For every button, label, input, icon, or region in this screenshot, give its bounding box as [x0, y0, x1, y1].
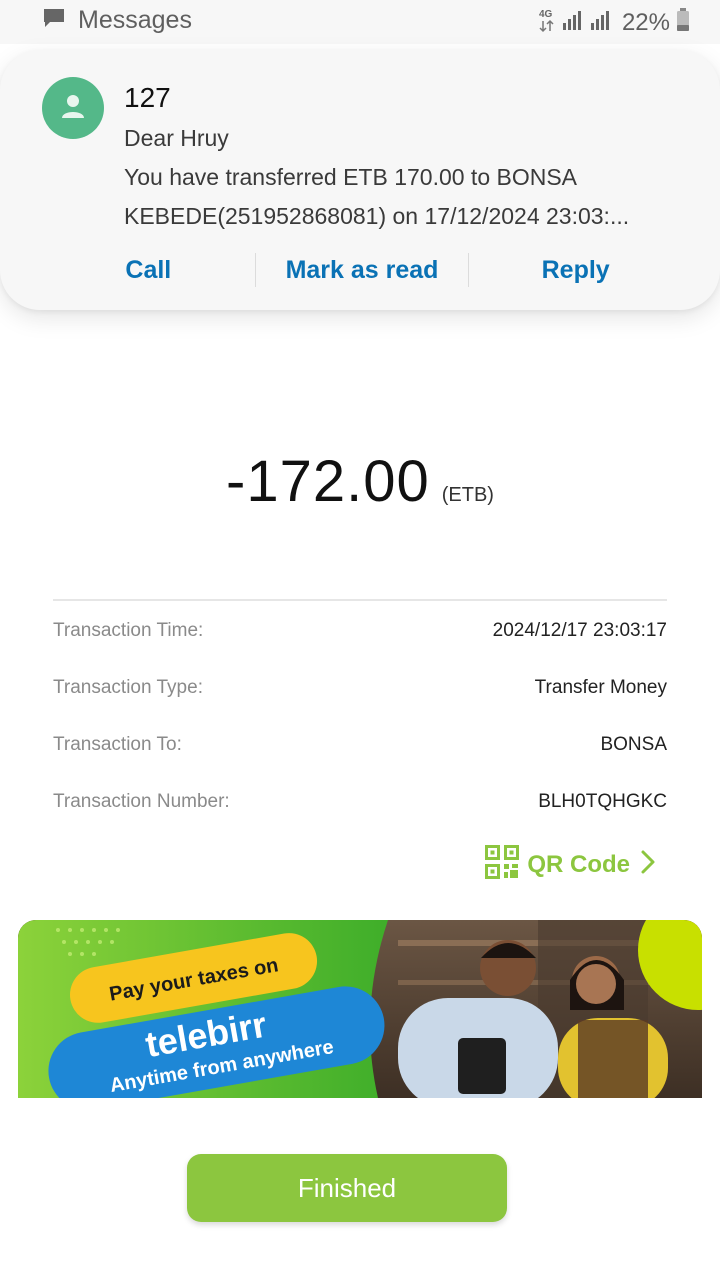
message-line: KEBEDE(251952868081) on 17/12/2024 23:03… [124, 203, 630, 229]
avatar [42, 77, 104, 139]
divider [53, 599, 667, 601]
detail-label: Transaction Time: [53, 620, 204, 641]
sender-name: 127 [124, 82, 171, 113]
transaction-to-row: Transaction To: BONSA [53, 730, 667, 760]
reply-button[interactable]: Reply [469, 256, 682, 285]
qr-code-label: QR Code [527, 850, 630, 878]
battery-level: 22% [621, 8, 670, 36]
detail-label: Transaction Number: [53, 791, 230, 812]
promo-banner-art: Pay your taxes on telebirr Anytime from … [18, 920, 702, 1098]
screen: Messages 4G 22% 127 Dear Hruy You have t… [0, 0, 720, 1280]
qr-code-icon [485, 845, 520, 884]
notification-actions: Call Mark as read Reply [42, 248, 682, 292]
svg-text:4G: 4G [539, 9, 553, 20]
transaction-time-row: Transaction Time: 2024/12/17 23:03:17 [53, 616, 667, 646]
finished-button[interactable]: Finished [187, 1154, 507, 1222]
status-bar: Messages 4G 22% [0, 0, 720, 44]
qr-code-link[interactable]: QR Code [485, 845, 658, 884]
detail-value: 2024/12/17 23:03:17 [492, 620, 667, 641]
amount-row: -172.00 (ETB) [0, 448, 720, 515]
detail-value: BONSA [600, 734, 667, 755]
promo-banner[interactable]: Pay your taxes on telebirr Anytime from … [18, 920, 702, 1098]
detail-label: Transaction Type: [53, 677, 203, 698]
detail-label: Transaction To: [53, 734, 182, 755]
chevron-right-icon [638, 849, 658, 880]
call-button[interactable]: Call [42, 256, 255, 285]
transaction-number-row: Transaction Number: BLH0TQHGKC [53, 787, 667, 817]
app-name: Messages [78, 6, 192, 34]
detail-value: BLH0TQHGKC [538, 791, 667, 812]
signal-icon-2 [590, 9, 612, 36]
message-icon [42, 7, 66, 34]
battery-icon [676, 8, 690, 37]
mark-as-read-button[interactable]: Mark as read [256, 256, 469, 285]
person-icon [58, 91, 88, 126]
signal-icon [562, 9, 584, 36]
network-type-icon: 4G [538, 6, 556, 39]
detail-value: Transfer Money [534, 677, 667, 698]
currency-label: (ETB) [441, 484, 494, 506]
status-right: 4G 22% [538, 6, 690, 39]
transaction-amount: -172.00 [226, 449, 430, 514]
message-line: Dear Hruy [124, 125, 229, 151]
transaction-type-row: Transaction Type: Transfer Money [53, 673, 667, 703]
message-line: You have transferred ETB 170.00 to BONSA [124, 164, 578, 190]
status-left: Messages [42, 6, 192, 35]
message-notification[interactable]: 127 Dear Hruy You have transferred ETB 1… [0, 50, 720, 310]
